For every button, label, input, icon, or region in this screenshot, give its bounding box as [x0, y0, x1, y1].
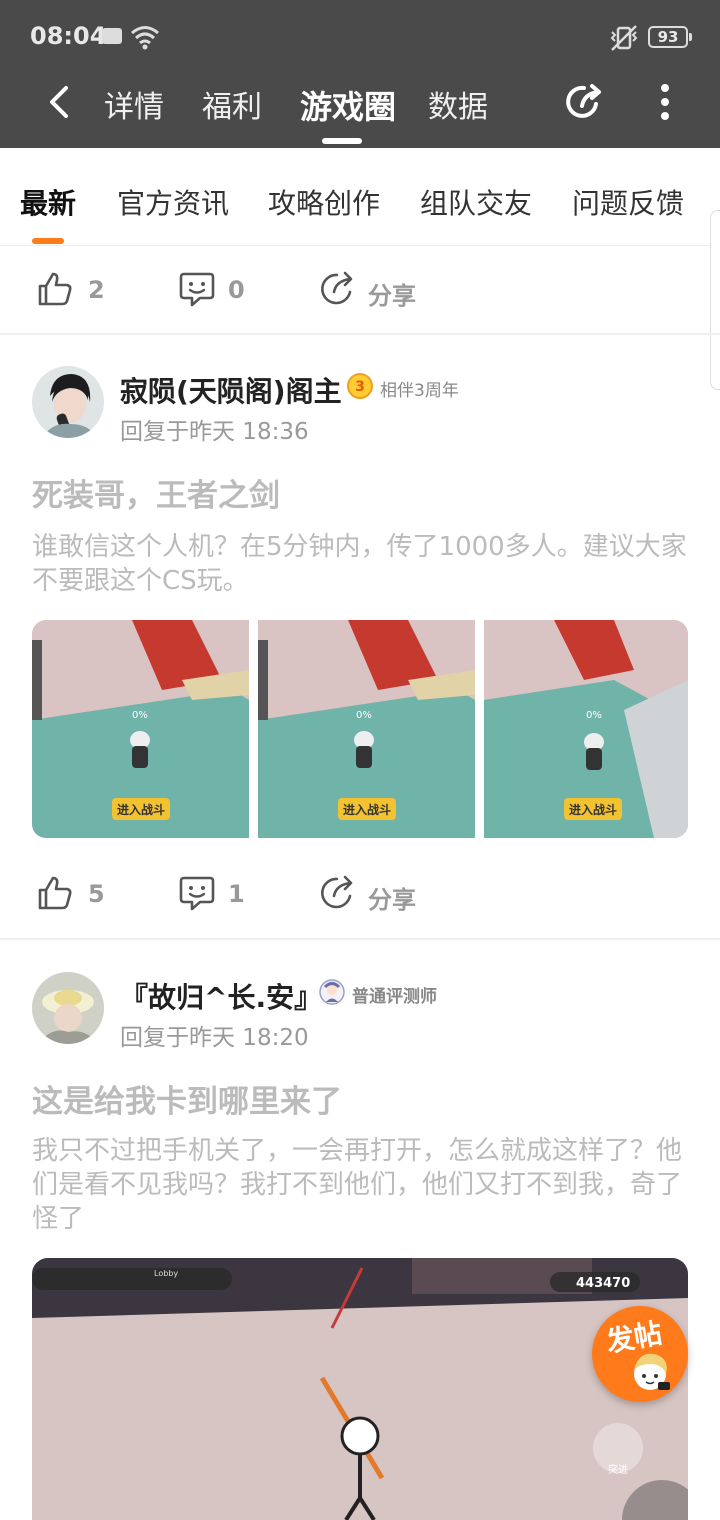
username[interactable]: 『故归^长.安』 [120, 976, 322, 1016]
post-actions: 5 1 分享 [0, 850, 720, 938]
username[interactable]: 寂陨(天陨阁)阁主 [120, 370, 342, 410]
svg-text:443470: 443470 [576, 1276, 630, 1291]
svg-text:进入战斗: 进入战斗 [569, 802, 617, 817]
share-label[interactable]: 分享 [368, 276, 416, 311]
reviewer-badge-icon [319, 979, 345, 1005]
comment-count: 0 [228, 276, 245, 304]
subtab-latest[interactable]: 最新 [20, 182, 76, 222]
image-gallery: 0% 进入战斗 0% 进入战斗 0% 进入战斗 [32, 620, 688, 838]
status-bar: 08:04 93 [0, 0, 720, 72]
tab-details[interactable]: 详情 [104, 82, 164, 126]
tab-data[interactable]: 数据 [428, 82, 488, 126]
post-body[interactable]: 谁敢信这个人机？在5分钟内，传了1000多人。建议大家不要跟这个CS玩。 [32, 530, 692, 598]
subtab-underline [32, 238, 64, 244]
svg-text:0%: 0% [356, 710, 372, 721]
reply-time: 回复于昨天 18:20 [120, 1025, 309, 1051]
post-image[interactable]: Lobby 443470 突进 [32, 1258, 688, 1520]
share-icon[interactable] [562, 80, 606, 124]
more-icon[interactable] [650, 80, 680, 124]
post-actions: 2 0 分享 [0, 246, 720, 334]
like-count: 2 [88, 276, 105, 304]
divider [0, 938, 720, 940]
reply-time: 回复于昨天 18:36 [120, 419, 309, 445]
post-title[interactable]: 死装哥，王者之剑 [32, 470, 280, 515]
post-image[interactable]: 0% 进入战斗 [258, 620, 475, 838]
svg-text:进入战斗: 进入战斗 [117, 802, 165, 817]
tab-indicator [322, 138, 362, 144]
like-icon[interactable] [36, 270, 74, 308]
comment-count: 1 [228, 880, 245, 908]
vibrate-icon [610, 25, 638, 51]
subtab-team[interactable]: 组队交友 [420, 182, 532, 222]
share-post-icon[interactable] [318, 270, 356, 308]
wifi-icon [131, 26, 159, 50]
svg-text:0%: 0% [586, 710, 602, 721]
like-count: 5 [88, 880, 105, 908]
battery-indicator: 93 [648, 26, 692, 48]
sim-icon [102, 28, 122, 44]
category-tabs: 最新 官方资讯 攻略创作 组队交友 问题反馈 [0, 148, 720, 246]
top-bar: 08:04 93 详情 福利 游戏圈 数据 [0, 0, 720, 148]
svg-text:突进: 突进 [608, 1463, 628, 1476]
post-image[interactable]: 0% 进入战斗 [32, 620, 249, 838]
like-icon[interactable] [36, 874, 74, 912]
post-image[interactable]: 0% 进入战斗 [484, 620, 688, 838]
nav-bar: 详情 福利 游戏圈 数据 [0, 72, 720, 148]
user-badge: 相伴3周年 [380, 381, 459, 401]
back-icon[interactable] [40, 82, 80, 122]
comment-icon[interactable] [178, 270, 216, 308]
mascot-icon [634, 1353, 670, 1390]
user-badge: 普通评测师 [352, 987, 437, 1007]
avatar[interactable] [32, 366, 104, 438]
new-post-button[interactable]: 发帖 [592, 1306, 688, 1402]
share-label[interactable]: 分享 [368, 880, 416, 915]
post-body[interactable]: 我只不过把手机关了，一会再打开，怎么就成这样了？他们是看不见我吗？我打不到他们，… [32, 1134, 692, 1236]
subtab-official[interactable]: 官方资讯 [117, 182, 229, 222]
tab-game-circle[interactable]: 游戏圈 [300, 82, 396, 128]
svg-text:3: 3 [355, 379, 365, 395]
comment-icon[interactable] [178, 874, 216, 912]
svg-text:Lobby: Lobby [154, 1269, 178, 1278]
post-title[interactable]: 这是给我卡到哪里来了 [32, 1076, 342, 1121]
tab-benefits[interactable]: 福利 [202, 82, 262, 126]
avatar[interactable] [32, 972, 104, 1044]
subtab-feedback[interactable]: 问题反馈 [572, 182, 684, 222]
share-post-icon[interactable] [318, 874, 356, 912]
divider [0, 333, 720, 335]
subtab-guides[interactable]: 攻略创作 [268, 182, 380, 222]
status-time: 08:04 [30, 22, 107, 50]
anniversary-badge-icon: 3 [347, 373, 373, 399]
svg-text:进入战斗: 进入战斗 [343, 802, 391, 817]
svg-text:0%: 0% [132, 710, 148, 721]
